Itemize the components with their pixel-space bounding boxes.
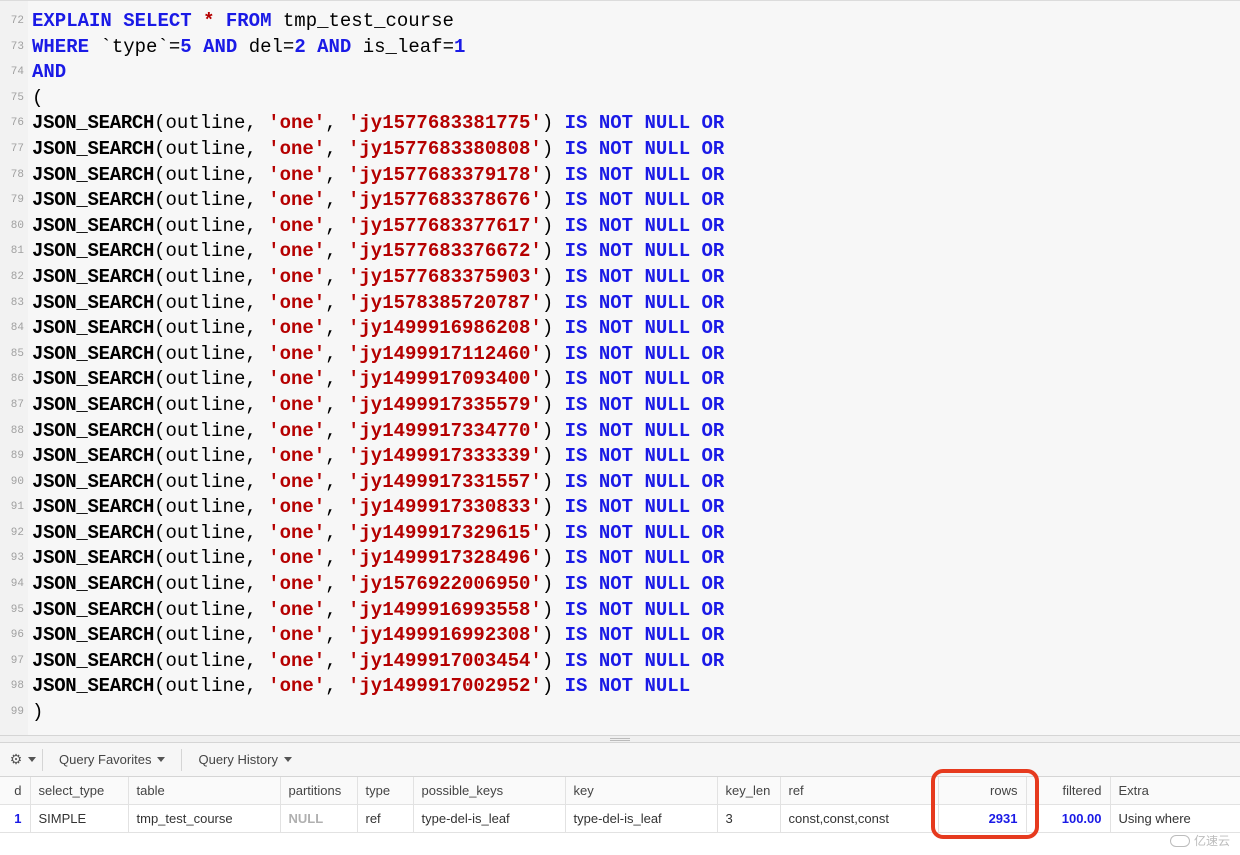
watermark: 亿速云 xyxy=(1170,832,1230,849)
chevron-down-icon xyxy=(157,757,165,762)
sql-editor[interactable]: 7273747576777879808182838485868788899091… xyxy=(0,0,1240,735)
cell-key: type-del-is_leaf xyxy=(565,805,717,833)
query-favorites-button[interactable]: Query Favorites xyxy=(49,743,175,776)
col-key_len[interactable]: key_len xyxy=(717,777,780,805)
chevron-down-icon xyxy=(284,757,292,762)
col-filtered[interactable]: filtered xyxy=(1026,777,1110,805)
table-header-row: dselect_typetablepartitionstypepossible_… xyxy=(0,777,1240,805)
query-favorites-label: Query Favorites xyxy=(59,752,151,767)
cell-type: ref xyxy=(357,805,413,833)
cloud-icon xyxy=(1170,835,1190,847)
gear-icon[interactable]: ⚙ xyxy=(4,751,28,768)
col-possible_keys[interactable]: possible_keys xyxy=(413,777,565,805)
col-rows[interactable]: rows xyxy=(938,777,1026,805)
col-table[interactable]: table xyxy=(128,777,280,805)
cell-key_len: 3 xyxy=(717,805,780,833)
code-area[interactable]: EXPLAIN SELECT * FROM tmp_test_course WH… xyxy=(28,1,1240,735)
cell-Extra: Using where xyxy=(1110,805,1240,833)
cell-d: 1 xyxy=(0,805,30,833)
col-ref[interactable]: ref xyxy=(780,777,938,805)
cell-partitions: NULL xyxy=(280,805,357,833)
explain-result-table[interactable]: dselect_typetablepartitionstypepossible_… xyxy=(0,777,1240,833)
cell-filtered: 100.00 xyxy=(1026,805,1110,833)
query-history-label: Query History xyxy=(198,752,277,767)
col-partitions[interactable]: partitions xyxy=(280,777,357,805)
cell-select_type: SIMPLE xyxy=(30,805,128,833)
results-toolbar: ⚙ Query Favorites Query History xyxy=(0,743,1240,777)
results-pane: dselect_typetablepartitionstypepossible_… xyxy=(0,777,1240,833)
col-d[interactable]: d xyxy=(0,777,30,805)
pane-resize-handle[interactable] xyxy=(0,735,1240,743)
line-gutter: 7273747576777879808182838485868788899091… xyxy=(0,1,28,735)
query-history-button[interactable]: Query History xyxy=(188,743,301,776)
col-Extra[interactable]: Extra xyxy=(1110,777,1240,805)
col-select_type[interactable]: select_type xyxy=(30,777,128,805)
col-type[interactable]: type xyxy=(357,777,413,805)
table-row[interactable]: 1SIMPLEtmp_test_courseNULLreftype-del-is… xyxy=(0,805,1240,833)
col-key[interactable]: key xyxy=(565,777,717,805)
cell-ref: const,const,const xyxy=(780,805,938,833)
cell-table: tmp_test_course xyxy=(128,805,280,833)
chevron-down-icon[interactable] xyxy=(28,757,36,762)
cell-possible_keys: type-del-is_leaf xyxy=(413,805,565,833)
cell-rows: 2931 xyxy=(938,805,1026,833)
